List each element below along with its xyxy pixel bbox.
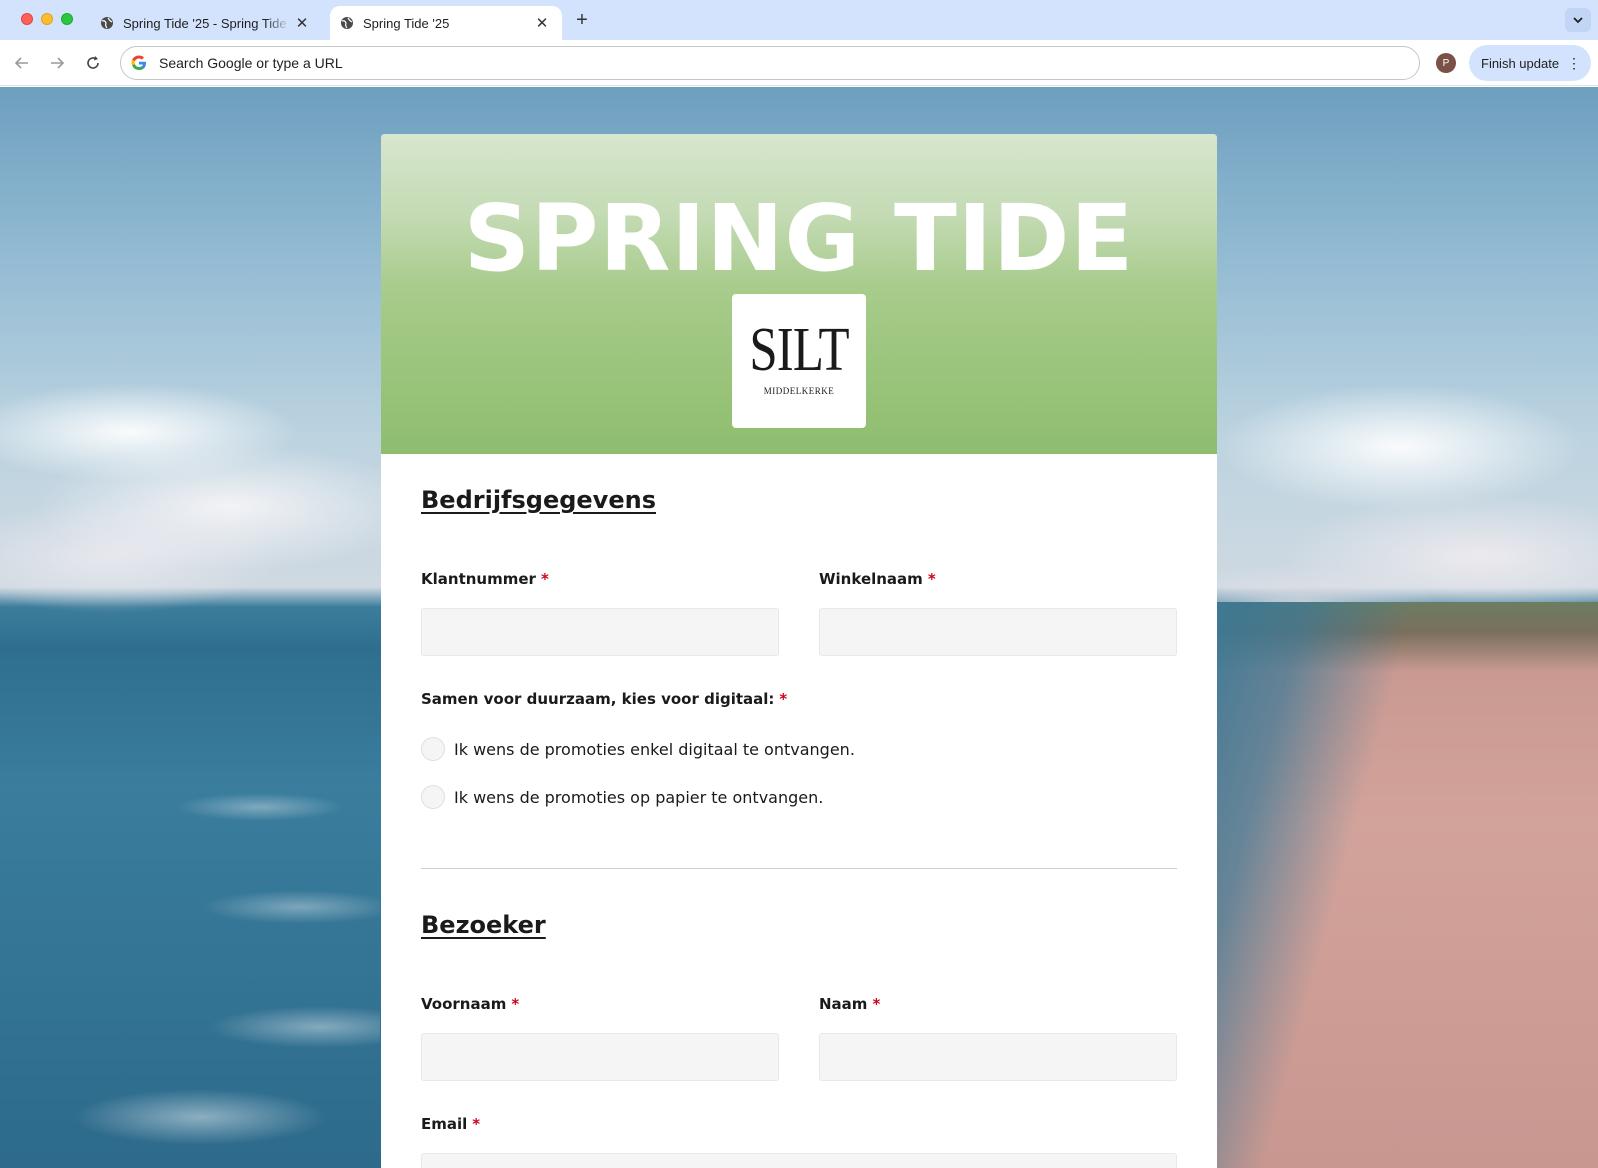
tab-strip: Spring Tide '25 - Spring Tide ✕ Spring T… xyxy=(0,0,1598,40)
last-name-label: Naam * xyxy=(819,995,881,1013)
radio-button[interactable] xyxy=(421,785,445,809)
customer-number-input[interactable] xyxy=(421,608,779,656)
required-asterisk: * xyxy=(540,570,549,588)
tab-close-icon[interactable]: ✕ xyxy=(530,11,554,35)
forward-arrow-icon[interactable] xyxy=(44,50,70,76)
radio-label: Ik wens de promoties op papier te ontvan… xyxy=(454,787,824,807)
browser-toolbar: P Finish update ⋮ xyxy=(0,40,1598,86)
form-card: SPRING TIDE SILT MIDDELKERKE Bedrijfsgeg… xyxy=(381,134,1217,1168)
header-banner: SPRING TIDE SILT MIDDELKERKE xyxy=(381,134,1217,454)
required-asterisk: * xyxy=(927,570,936,588)
shop-name-input[interactable] xyxy=(819,608,1177,656)
section-divider xyxy=(421,868,1177,869)
required-asterisk: * xyxy=(779,690,788,708)
first-name-input[interactable] xyxy=(421,1033,779,1081)
section-title-company: Bedrijfsgegevens xyxy=(421,486,656,514)
section-title-visitor: Bezoeker xyxy=(421,911,546,939)
address-input[interactable] xyxy=(159,55,1419,71)
close-window-button[interactable] xyxy=(21,13,33,25)
back-arrow-icon[interactable] xyxy=(9,50,35,76)
logo-subtext: MIDDELKERKE xyxy=(763,386,835,396)
first-name-label: Voornaam * xyxy=(421,995,520,1013)
customer-number-label: Klantnummer * xyxy=(421,570,549,588)
address-bar[interactable] xyxy=(120,46,1420,80)
finish-update-button[interactable]: Finish update ⋮ xyxy=(1469,45,1591,81)
banner-title: SPRING TIDE xyxy=(463,185,1135,292)
required-asterisk: * xyxy=(511,995,520,1013)
finish-update-label: Finish update xyxy=(1481,55,1560,71)
tab-title: Spring Tide '25 xyxy=(363,15,450,31)
required-asterisk: * xyxy=(872,995,881,1013)
tab-title: Spring Tide '25 - Spring Tide xyxy=(123,15,287,31)
zoom-window-button[interactable] xyxy=(61,13,73,25)
globe-icon xyxy=(101,17,113,29)
email-label: Email * xyxy=(421,1115,481,1133)
shop-name-label: Winkelnaam * xyxy=(819,570,936,588)
required-asterisk: * xyxy=(472,1115,481,1133)
profile-avatar[interactable]: P xyxy=(1436,53,1456,73)
tab-spring-tide[interactable]: Spring Tide '25 ✕ xyxy=(330,6,562,40)
new-tab-icon[interactable]: + xyxy=(570,8,594,32)
reload-icon[interactable] xyxy=(80,50,106,76)
radio-label: Ik wens de promoties enkel digitaal te o… xyxy=(454,739,855,759)
radio-option-paper[interactable]: Ik wens de promoties op papier te ontvan… xyxy=(421,785,823,809)
beach-decoration xyxy=(1210,602,1598,1168)
more-vert-icon[interactable]: ⋮ xyxy=(1567,54,1581,72)
globe-icon xyxy=(341,17,353,29)
digital-question-label: Samen voor duurzaam, kies voor digitaal:… xyxy=(421,690,788,708)
page-background: SPRING TIDE SILT MIDDELKERKE Bedrijfsgeg… xyxy=(0,87,1598,1168)
tab-spring-tide-form[interactable]: Spring Tide '25 - Spring Tide ✕ xyxy=(90,6,322,40)
sea-foam-decoration xyxy=(0,647,380,1168)
logo-text: SILT xyxy=(749,316,849,384)
last-name-input[interactable] xyxy=(819,1033,1177,1081)
google-icon xyxy=(131,55,146,70)
silt-logo: SILT MIDDELKERKE xyxy=(732,294,866,428)
radio-option-digital[interactable]: Ik wens de promoties enkel digitaal te o… xyxy=(421,737,855,761)
tab-search-chevron-down-icon[interactable] xyxy=(1565,8,1591,32)
tab-close-icon[interactable]: ✕ xyxy=(290,11,314,35)
email-input[interactable] xyxy=(421,1153,1177,1168)
minimize-window-button[interactable] xyxy=(41,13,53,25)
radio-button[interactable] xyxy=(421,737,445,761)
